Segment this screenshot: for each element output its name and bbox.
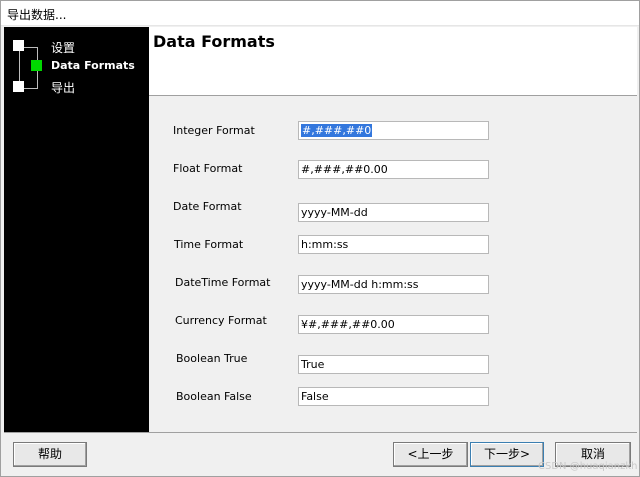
currency-format-input[interactable]: ¥#,###,##0.00 bbox=[298, 315, 489, 334]
boolean-true-label: Boolean True bbox=[176, 352, 248, 365]
step-marker-data-formats bbox=[31, 60, 42, 71]
datetime-format-label: DateTime Format bbox=[175, 276, 271, 289]
float-format-label: Float Format bbox=[173, 162, 243, 175]
help-button[interactable]: 帮助 bbox=[13, 442, 87, 467]
export-dialog: 导出数据... 设置 Data Formats 导出 Data Formats … bbox=[0, 0, 640, 477]
back-button[interactable]: <上一步 bbox=[393, 442, 468, 467]
integer-format-input[interactable]: #,###,##0 bbox=[298, 121, 489, 140]
next-button[interactable]: 下一步> bbox=[470, 442, 544, 467]
float-format-input[interactable]: #,###,##0.00 bbox=[298, 160, 489, 179]
date-format-input[interactable]: yyyy-MM-dd bbox=[298, 203, 489, 222]
page-header: Data Formats bbox=[149, 27, 637, 96]
form-row-datetime-format: DateTime Format yyyy-MM-dd h:mm:ss bbox=[1, 275, 640, 301]
time-format-input[interactable]: h:mm:ss bbox=[298, 235, 489, 254]
boolean-false-label: Boolean False bbox=[176, 390, 252, 403]
step-label-settings: 设置 bbox=[51, 41, 76, 55]
title-bar: 导出数据... bbox=[1, 1, 639, 26]
time-format-label: Time Format bbox=[174, 238, 244, 251]
watermark: CSDN @huaqianzkh bbox=[538, 461, 638, 472]
datetime-format-input[interactable]: yyyy-MM-dd h:mm:ss bbox=[298, 275, 489, 294]
form-row-date-format: Date Format yyyy-MM-dd bbox=[1, 200, 640, 229]
footer-divider bbox=[4, 432, 637, 433]
integer-format-label: Integer Format bbox=[173, 124, 255, 137]
step-marker-export bbox=[13, 81, 24, 92]
selected-text: #,###,##0 bbox=[301, 124, 373, 137]
form-row-float-format: Float Format #,###,##0.00 bbox=[1, 160, 640, 186]
date-format-label: Date Format bbox=[173, 200, 242, 213]
step-label-data-formats: Data Formats bbox=[51, 59, 135, 72]
form-row-boolean-true: Boolean True True bbox=[1, 352, 640, 381]
form-row-time-format: Time Format h:mm:ss bbox=[1, 235, 640, 261]
step-label-export: 导出 bbox=[51, 81, 76, 95]
boolean-true-input[interactable]: True bbox=[298, 355, 489, 374]
form-row-integer-format: Integer Format #,###,##0 bbox=[1, 121, 640, 147]
form-row-currency-format: Currency Format ¥#,###,##0.00 bbox=[1, 314, 640, 341]
page-title: Data Formats bbox=[153, 32, 275, 51]
currency-format-label: Currency Format bbox=[175, 314, 267, 327]
step-marker-settings bbox=[13, 40, 24, 51]
boolean-false-input[interactable]: False bbox=[298, 387, 489, 406]
window-title: 导出数据... bbox=[7, 8, 67, 22]
form-row-boolean-false: Boolean False False bbox=[1, 387, 640, 413]
